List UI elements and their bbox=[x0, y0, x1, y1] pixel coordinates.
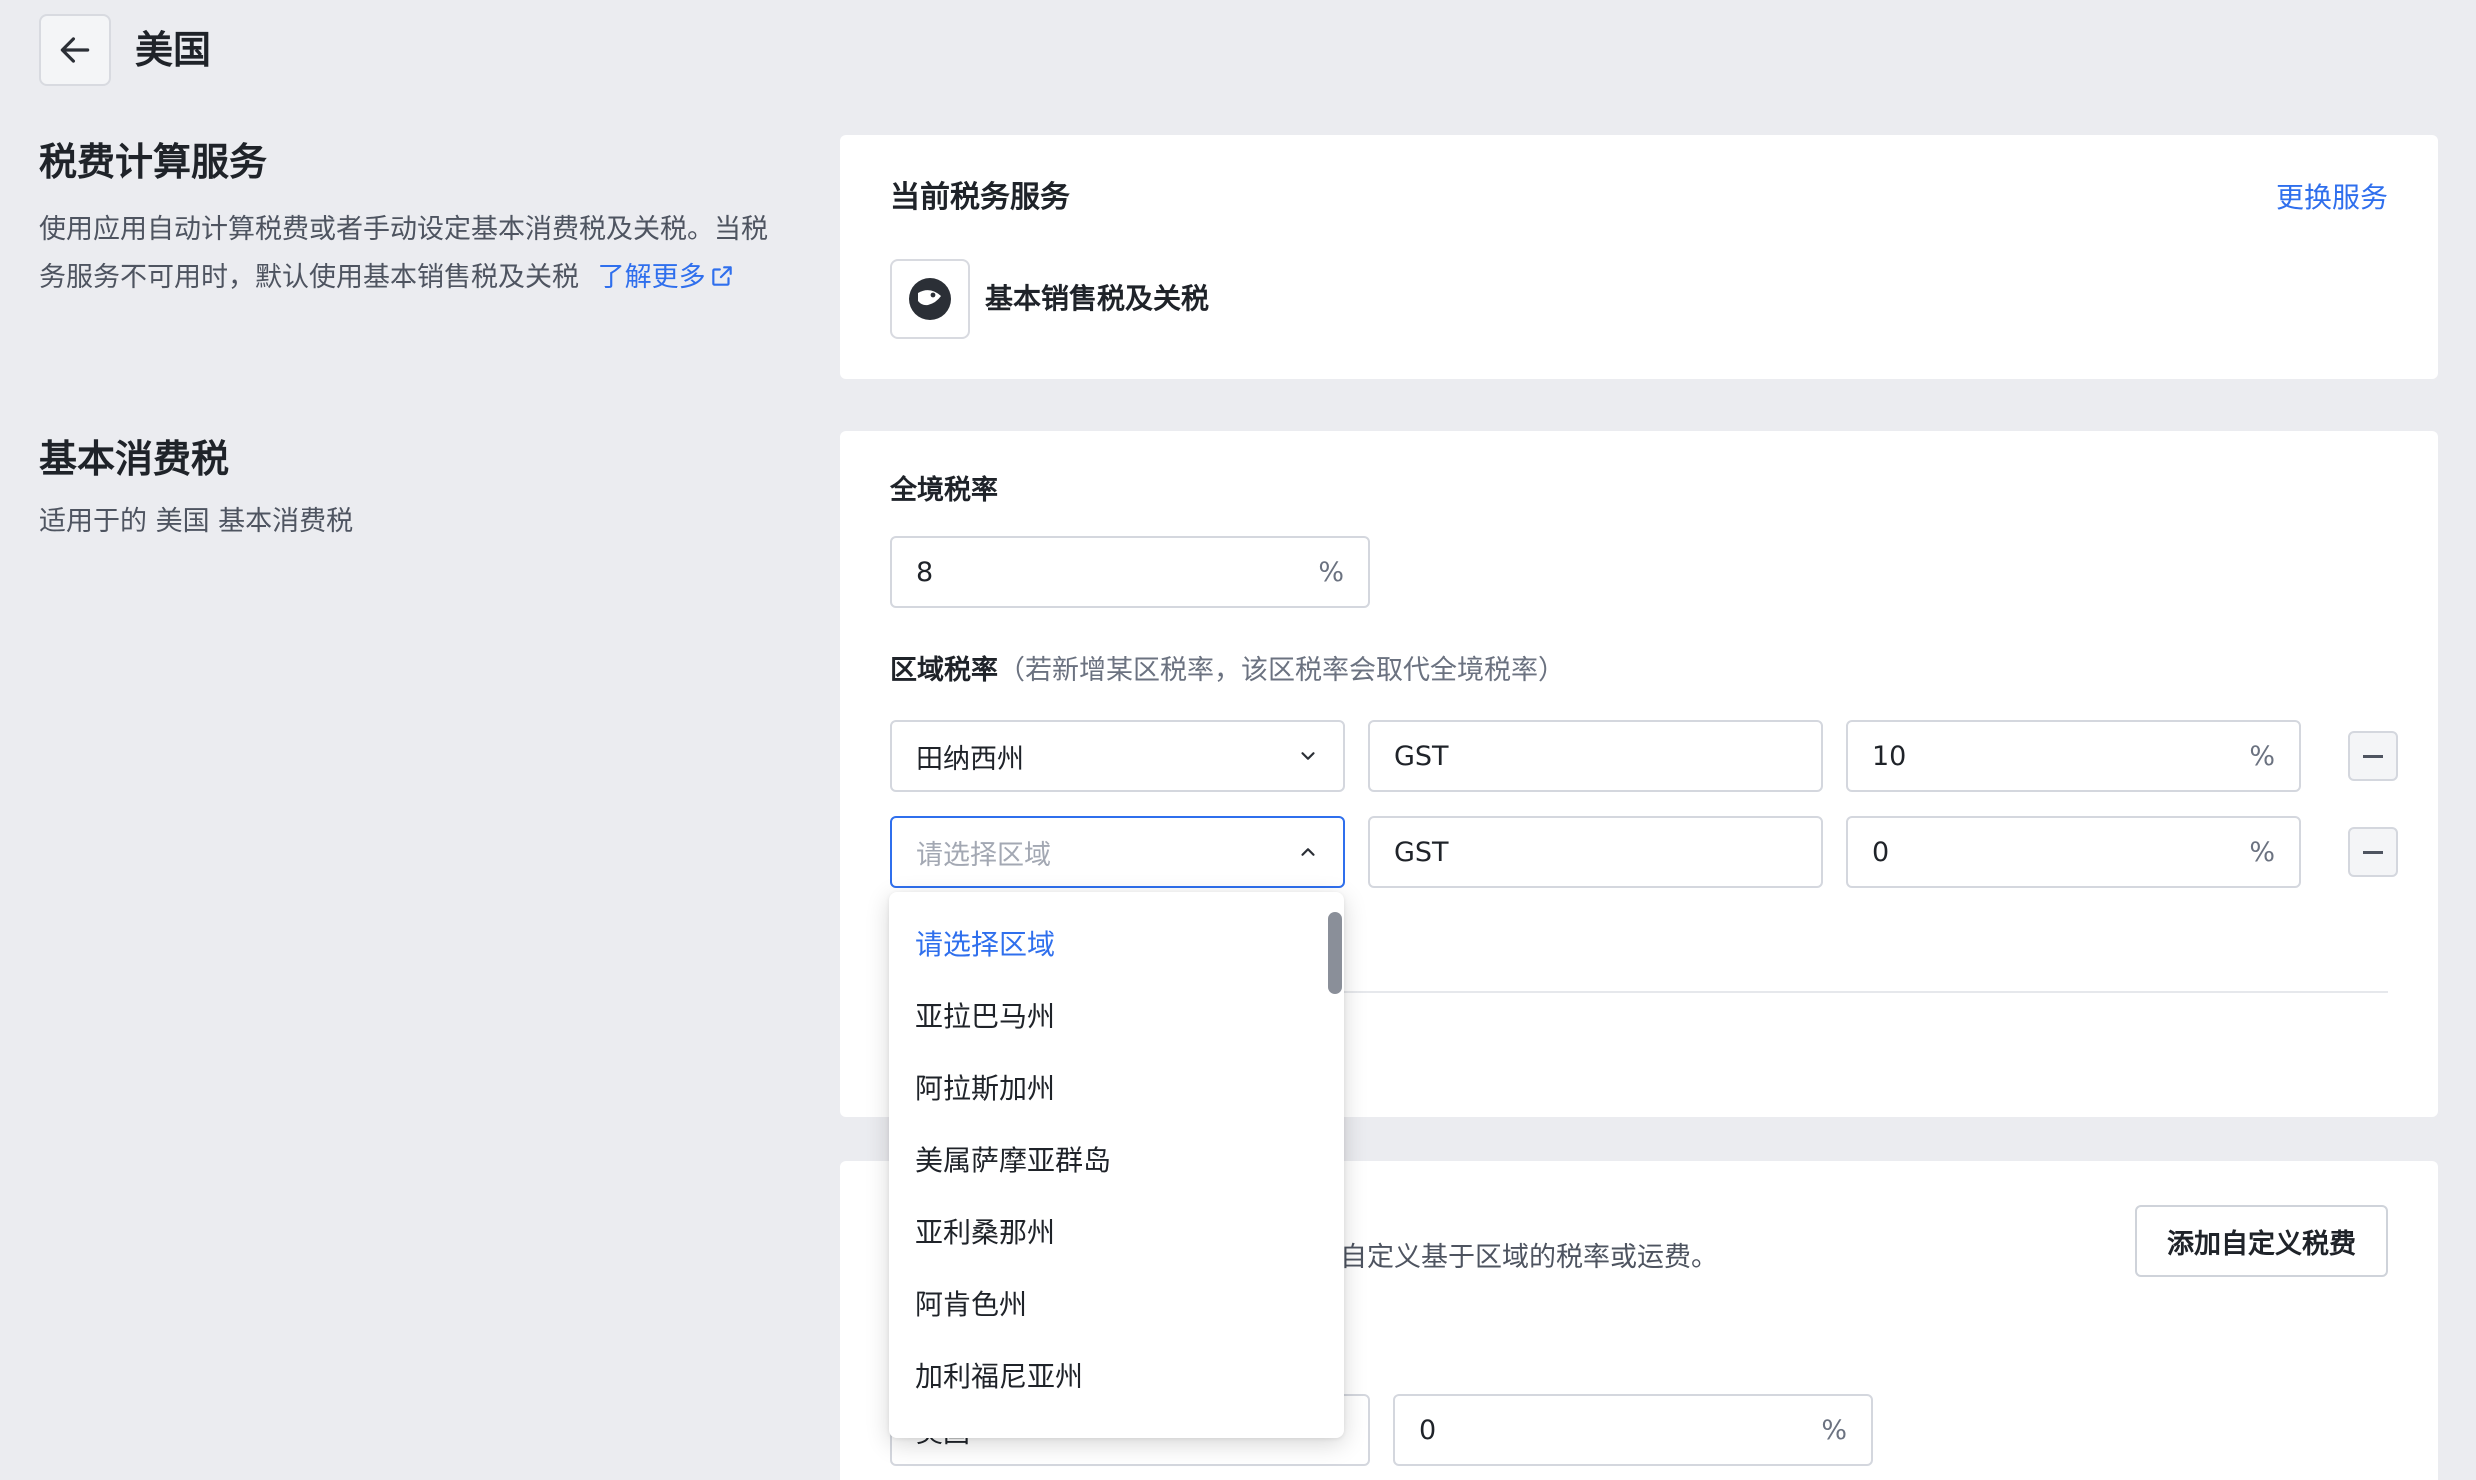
custom-rate-value: 0 bbox=[1419, 1414, 1437, 1446]
custom-tax-desc: 自定义基于区域的税率或运费。 bbox=[1340, 1242, 1718, 1273]
dropdown-option-arizona[interactable]: 亚利桑那州 bbox=[915, 1213, 1055, 1253]
percent-suffix: % bbox=[2249, 740, 2275, 772]
add-custom-tax-button[interactable]: 添加自定义税费 bbox=[2135, 1205, 2388, 1277]
tax-service-card: 当前税务服务 更换服务 基本销售税及关税 bbox=[840, 135, 2438, 379]
tax-service-desc-line2: 务服务不可用时，默认使用基本销售税及关税 了解更多 bbox=[39, 254, 735, 302]
back-button[interactable] bbox=[39, 14, 111, 86]
regional-rate-title: 区域税率 bbox=[890, 655, 998, 686]
regional-rate-label: 区域税率（若新增某区税率，该区税率会取代全境税率） bbox=[890, 651, 1565, 691]
percent-suffix: % bbox=[2249, 836, 2275, 868]
tax-service-desc-text: 务服务不可用时，默认使用基本销售税及关税 bbox=[39, 262, 579, 293]
tax-name-input-row2[interactable]: GST bbox=[1368, 816, 1823, 888]
tax-rate-value-row2: 0 bbox=[1872, 836, 1890, 868]
tax-service-title: 税费计算服务 bbox=[39, 140, 268, 184]
dropdown-option-alabama[interactable]: 亚拉巴马州 bbox=[915, 997, 1055, 1037]
national-rate-input[interactable]: 8 % bbox=[890, 536, 1370, 608]
region-placeholder-row2: 请选择区域 bbox=[916, 839, 1051, 871]
region-select-row2[interactable]: 请选择区域 bbox=[890, 816, 1345, 888]
basic-tax-desc: 适用于的 美国 基本消费税 bbox=[39, 506, 354, 537]
dropdown-option-placeholder[interactable]: 请选择区域 bbox=[915, 925, 1055, 965]
dropdown-option-alaska[interactable]: 阿拉斯加州 bbox=[915, 1069, 1055, 1109]
change-service-link[interactable]: 更换服务 bbox=[2276, 178, 2388, 218]
service-logo bbox=[890, 259, 970, 339]
minus-icon bbox=[2363, 754, 2383, 758]
page: 美国 税费计算服务 使用应用自动计算税费或者手动设定基本消费税及关税。当税 务服… bbox=[0, 0, 2476, 1480]
tax-rate-value-row1: 10 bbox=[1872, 740, 1907, 772]
national-rate-value: 8 bbox=[916, 556, 934, 588]
tax-name-value-row1: GST bbox=[1394, 740, 1449, 772]
chevron-up-icon bbox=[1301, 848, 1315, 856]
tax-name-input-row1[interactable]: GST bbox=[1368, 720, 1823, 792]
percent-suffix: % bbox=[1821, 1414, 1847, 1446]
chevron-down-icon bbox=[1301, 752, 1315, 760]
region-dropdown-menu[interactable]: 请选择区域 亚拉巴马州 阿拉斯加州 美属萨摩亚群岛 亚利桑那州 阿肯色州 加利福… bbox=[889, 892, 1344, 1438]
service-name: 基本销售税及关税 bbox=[985, 282, 1210, 315]
minus-icon bbox=[2363, 850, 2383, 854]
dropdown-option-american-samoa[interactable]: 美属萨摩亚群岛 bbox=[915, 1141, 1111, 1181]
learn-more-label: 了解更多 bbox=[597, 262, 706, 293]
percent-suffix: % bbox=[1318, 556, 1344, 588]
current-service-title: 当前税务服务 bbox=[890, 180, 1070, 215]
region-select-row1[interactable]: 田纳西州 bbox=[890, 720, 1345, 792]
arrow-left-icon bbox=[60, 37, 90, 63]
dropdown-scrollbar[interactable] bbox=[1328, 912, 1342, 994]
tax-service-desc-line1: 使用应用自动计算税费或者手动设定基本消费税及关税。当税 bbox=[39, 214, 768, 245]
tax-rate-input-row2[interactable]: 0 % bbox=[1846, 816, 2301, 888]
national-rate-label: 全境税率 bbox=[890, 475, 998, 506]
dropdown-option-arkansas[interactable]: 阿肯色州 bbox=[915, 1285, 1027, 1325]
region-value-row1: 田纳西州 bbox=[916, 743, 1024, 775]
custom-rate-input[interactable]: 0 % bbox=[1393, 1394, 1873, 1466]
regional-rate-hint: （若新增某区税率，该区税率会取代全境税率） bbox=[998, 655, 1565, 686]
external-link-icon bbox=[711, 266, 732, 286]
tax-rate-input-row1[interactable]: 10 % bbox=[1846, 720, 2301, 792]
remove-row1-button[interactable] bbox=[2348, 731, 2398, 781]
page-title: 美国 bbox=[135, 28, 212, 72]
basic-tax-title: 基本消费税 bbox=[39, 437, 230, 481]
tax-name-value-row2: GST bbox=[1394, 836, 1449, 868]
dropdown-option-california[interactable]: 加利福尼亚州 bbox=[915, 1357, 1083, 1397]
service-logo-icon bbox=[909, 278, 951, 320]
learn-more-link[interactable]: 了解更多 bbox=[598, 262, 735, 293]
remove-row2-button[interactable] bbox=[2348, 827, 2398, 877]
